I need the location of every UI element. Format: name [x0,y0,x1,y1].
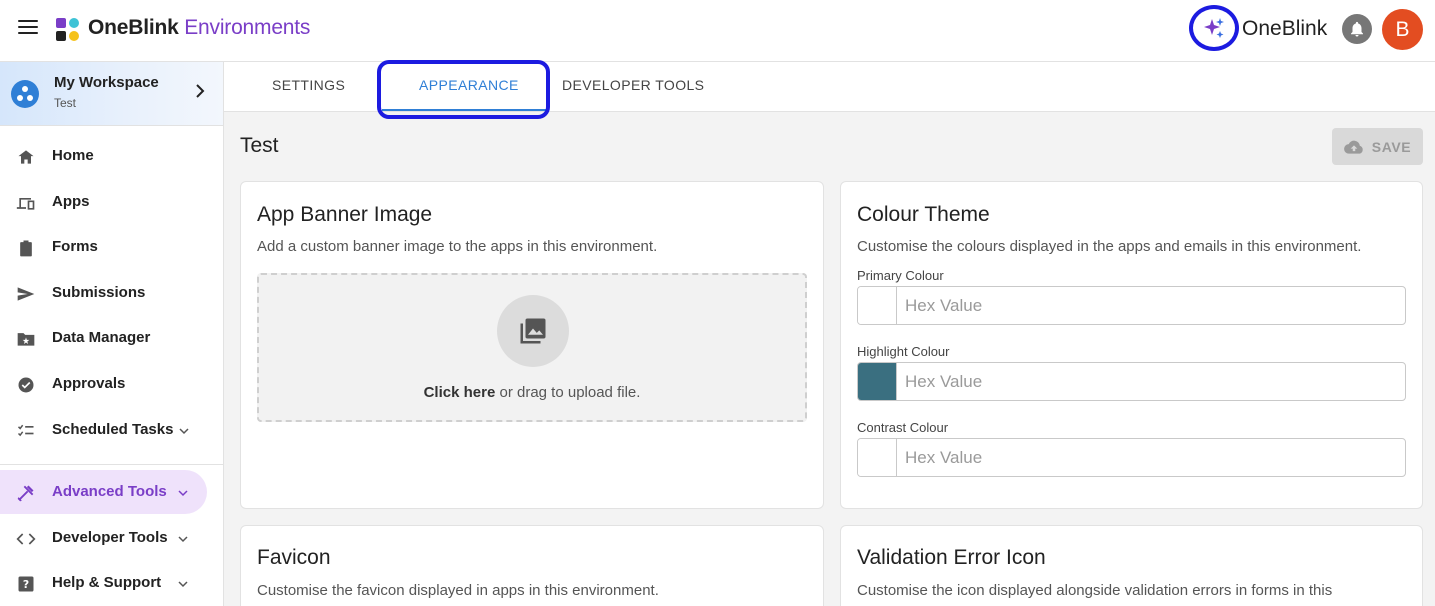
sidebar-item-label: Forms [52,238,98,255]
primary-colour-field [857,286,1406,325]
workspace-icon [11,80,39,108]
brand-suffix: Environments [178,16,311,39]
app-title[interactable]: OneBlink Environments [88,16,310,40]
highlight-colour-swatch[interactable] [858,363,897,400]
contrast-colour-field [857,438,1406,477]
chevron-down-icon [179,428,189,435]
sidebar-item-submissions[interactable]: Submissions [0,271,223,315]
sparkle-ai-icon [1204,18,1224,38]
upload-hint: Click here or drag to upload file. [259,384,805,401]
brand-name: OneBlink [88,16,179,39]
card-title: App Banner Image [257,203,433,226]
tab-bar: SETTINGS APPEARANCE DEVELOPER TOOLS [224,60,1435,119]
bell-icon [1351,21,1363,37]
home-icon [18,150,34,164]
devices-icon [16,198,35,210]
avatar[interactable]: B [1382,9,1423,50]
sidebar-item-label: Apps [52,193,90,210]
menu-icon[interactable] [18,20,38,38]
colour-theme-card: Colour Theme Customise the colours displ… [840,181,1423,509]
tab-developer-tools[interactable]: DEVELOPER TOOLS [562,77,704,93]
check-circle-icon [18,377,34,393]
chevron-down-icon [178,536,188,543]
card-description: Add a custom banner image to the apps in… [257,238,658,255]
app-banner-card: App Banner Image Add a custom banner ima… [240,181,824,509]
save-button[interactable]: SAVE [1332,128,1423,165]
tab-appearance[interactable]: APPEARANCE [419,77,519,93]
workspace-subtitle: Test [54,96,77,110]
sidebar-item-approvals[interactable]: Approvals [0,362,223,406]
card-description: Customise the icon displayed alongside v… [857,582,1333,599]
help-icon: ? [18,576,34,592]
page-title: Test [240,134,279,157]
card-description: Customise the favicon displayed in apps … [257,582,659,599]
oneblink-brand-label[interactable]: OneBlink [1242,17,1327,41]
contrast-colour-swatch[interactable] [858,439,897,476]
sidebar-divider [0,464,223,465]
sidebar-item-label: Submissions [52,284,146,301]
notifications-button[interactable] [1342,14,1372,44]
active-tab-indicator [382,109,546,111]
sidebar-item-label: Scheduled Tasks [52,421,174,438]
sidebar-item-scheduled-tasks[interactable]: Scheduled Tasks [0,408,223,452]
oneblink-logo-icon [56,18,79,41]
sidebar: My Workspace Test Home Apps Forms Submis… [0,62,224,606]
validation-error-icon-card: Validation Error Icon Customise the icon… [840,525,1423,606]
highlight-colour-field [857,362,1406,401]
cloud-upload-icon [1343,140,1363,154]
code-icon [16,533,36,545]
tab-settings[interactable]: SETTINGS [272,77,345,93]
folder-star-icon [17,333,35,346]
sidebar-item-apps[interactable]: Apps [0,180,223,224]
banner-upload-dropzone[interactable]: Click here or drag to upload file. [257,273,807,422]
primary-colour-input[interactable] [898,287,1404,324]
clipboard-icon [20,240,32,257]
sidebar-item-help-support[interactable]: ? Help & Support [0,561,223,605]
checklist-icon [17,424,34,437]
upload-link[interactable]: Click here [424,384,496,401]
primary-colour-swatch[interactable] [858,287,897,324]
workspace-switcher[interactable]: My Workspace Test [0,62,223,126]
card-description: Customise the colours displayed in the a… [857,238,1362,255]
top-bar: OneBlink Environments OneBlink B [0,0,1435,62]
chevron-down-icon [178,581,188,588]
favicon-card: Favicon Customise the favicon displayed … [240,525,824,606]
card-title: Colour Theme [857,203,990,226]
sidebar-item-forms[interactable]: Forms [0,225,223,269]
contrast-colour-label: Contrast Colour [857,420,949,435]
sidebar-item-label: Approvals [52,375,126,392]
chevron-right-icon [196,84,205,98]
sidebar-item-data-manager[interactable]: Data Manager [0,316,223,360]
upload-hint-rest: or drag to upload file. [495,384,641,401]
sidebar-item-label: Advanced Tools [52,483,167,500]
tools-icon [17,485,34,502]
ai-assistant-button[interactable] [1189,5,1239,51]
workspace-name: My Workspace [54,74,159,91]
save-label: SAVE [1371,138,1412,155]
sidebar-item-label: Data Manager [52,329,151,346]
card-title: Favicon [257,546,331,569]
sidebar-item-label: Home [52,147,94,164]
highlight-colour-label: Highlight Colour [857,344,950,359]
sidebar-item-label: Help & Support [52,574,162,591]
image-gallery-icon [520,318,546,344]
primary-colour-label: Primary Colour [857,268,944,283]
highlight-colour-input[interactable] [898,363,1404,400]
chevron-down-icon [178,490,188,497]
card-title: Validation Error Icon [857,546,1046,569]
svg-text:?: ? [23,578,29,591]
send-icon [17,287,35,301]
upload-placeholder [497,295,569,367]
sidebar-item-developer-tools[interactable]: Developer Tools [0,516,223,560]
sidebar-item-advanced-tools[interactable]: Advanced Tools [0,470,207,514]
sidebar-item-home[interactable]: Home [0,134,223,178]
sidebar-item-label: Developer Tools [52,529,168,546]
contrast-colour-input[interactable] [898,439,1404,476]
